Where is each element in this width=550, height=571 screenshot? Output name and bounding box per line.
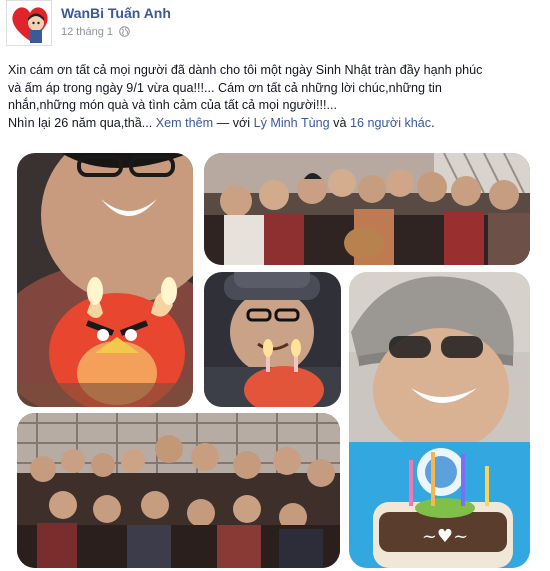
post-text: Xin cám ơn tất cả mọi người đã dành cho … [8,62,548,132]
author-name-link[interactable]: WanBi Tuấn Anh [61,5,171,21]
post-line-1: Xin cám ơn tất cả mọi người đã dành cho … [8,63,483,77]
avatar[interactable] [6,0,52,46]
photo-birthday-cake-closeup[interactable] [17,153,193,407]
post-line-4-text: Nhìn lại 26 năm qua,thầ... [8,115,153,130]
see-more-link[interactable]: Xem thêm [156,116,213,130]
photo-group-friends[interactable] [204,153,530,265]
photo-beanie-cake[interactable]: ~♥~ [349,272,530,568]
post-meta: 12 tháng 1 [61,26,130,40]
others-link[interactable]: 16 người khác [350,116,431,130]
tagged-person-link[interactable]: Lý Minh Tùng [254,116,330,130]
with-text: — với [213,115,254,130]
and-text: và [329,115,350,130]
post-line-2: và ấm áp trong ngày 9/1 vừa qua!!!... Cá… [8,80,442,95]
period-text: . [431,115,435,130]
post-date-link[interactable]: 12 tháng 1 [61,26,113,38]
avatar-cartoon-icon [12,7,48,43]
photo-group-party[interactable] [17,413,340,568]
post-line-3: nhắn,những món quà và tình cảm của tất c… [8,98,337,112]
cake-writing: ~♥~ [422,526,468,547]
facebook-post: WanBi Tuấn Anh 12 tháng 1 Xin cám ơn tất… [0,0,550,571]
globe-icon[interactable] [119,26,130,40]
post-line-4: Nhìn lại 26 năm qua,thầ... Xem thêm — vớ… [8,115,548,133]
photo-hat-candles[interactable] [204,272,341,407]
